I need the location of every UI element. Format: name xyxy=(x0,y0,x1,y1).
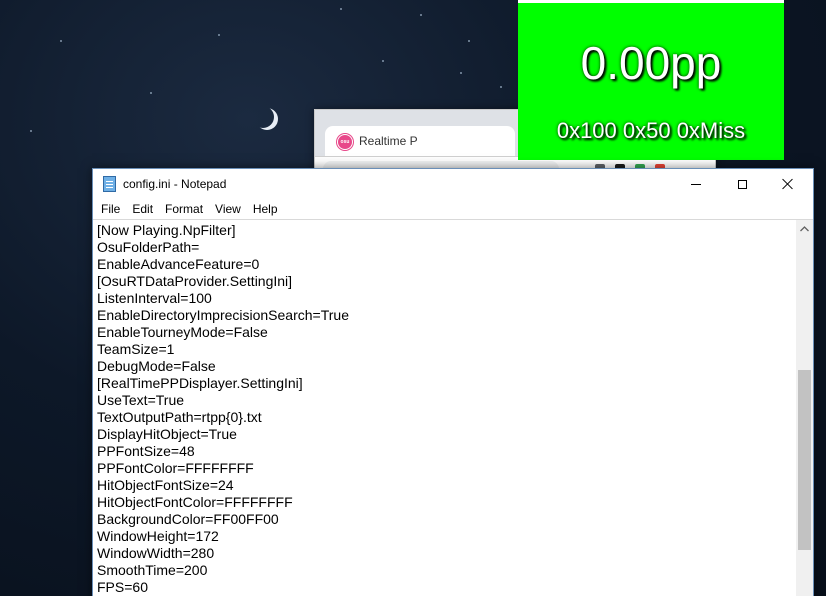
notepad-icon[interactable] xyxy=(103,176,116,192)
hit-object-counts: 0x100 0x50 0xMiss xyxy=(556,118,746,143)
star xyxy=(218,34,220,36)
maximize-icon xyxy=(737,179,747,189)
text-line: [OsuRTDataProvider.SettingIni] xyxy=(97,273,293,289)
menu-file[interactable]: File xyxy=(95,199,126,219)
scroll-up-arrow-icon[interactable] xyxy=(796,220,813,237)
menu-help[interactable]: Help xyxy=(247,199,284,219)
menu-format[interactable]: Format xyxy=(159,199,209,219)
window-title: config.ini - Notepad xyxy=(123,177,227,191)
text-line: EnableDirectoryImprecisionSearch=True xyxy=(97,307,349,323)
star xyxy=(460,72,462,74)
vertical-scrollbar[interactable] xyxy=(796,220,813,596)
text-line: BackgroundColor=FF00FF00 xyxy=(97,511,279,527)
menu-bar: File Edit Format View Help xyxy=(93,199,813,219)
text-line: [Now Playing.NpFilter] xyxy=(97,222,236,238)
star xyxy=(340,8,342,10)
star xyxy=(150,92,152,94)
text-line: HitObjectFontColor=FFFFFFFF xyxy=(97,494,293,510)
text-line: EnableAdvanceFeature=0 xyxy=(97,256,260,272)
text-line: [RealTimePPDisplayer.SettingIni] xyxy=(97,375,303,391)
text-line: DisplayHitObject=True xyxy=(97,426,237,442)
text-line: TextOutputPath=rtpp{0}.txt xyxy=(97,409,262,425)
text-line: UseText=True xyxy=(97,392,185,408)
scrollbar-thumb[interactable] xyxy=(798,370,811,550)
close-button[interactable] xyxy=(765,169,811,199)
close-icon xyxy=(782,178,794,190)
star xyxy=(382,60,384,62)
text-line: WindowHeight=172 xyxy=(97,528,219,544)
title-bar[interactable]: config.ini - Notepad xyxy=(93,169,813,199)
star xyxy=(500,86,502,88)
pp-value: 0.00pp xyxy=(580,37,722,89)
desktop-background: osu Realtime P 0.00pp 0x100 0x50 0xMiss … xyxy=(0,0,826,596)
text-line: DebugMode=False xyxy=(97,358,216,374)
text-line: TeamSize=1 xyxy=(97,341,175,357)
text-content[interactable]: [Now Playing.NpFilter] OsuFolderPath= En… xyxy=(97,222,795,596)
star xyxy=(60,40,62,42)
text-line: FPS=60 xyxy=(97,579,148,595)
browser-tab-title: Realtime P xyxy=(359,134,418,148)
text-line: ListenInterval=100 xyxy=(97,290,212,306)
osu-logo-icon: osu xyxy=(337,134,353,150)
maximize-button[interactable] xyxy=(719,169,765,199)
text-line: HitObjectFontSize=24 xyxy=(97,477,234,493)
text-editor[interactable]: [Now Playing.NpFilter] OsuFolderPath= En… xyxy=(93,219,813,596)
pp-display-overlay[interactable]: 0.00pp 0x100 0x50 0xMiss xyxy=(518,0,784,160)
minimize-icon xyxy=(691,183,701,185)
notepad-window[interactable]: config.ini - Notepad File Edit Format Vi… xyxy=(92,168,814,596)
text-line: SmoothTime=200 xyxy=(97,562,208,578)
menu-edit[interactable]: Edit xyxy=(126,199,159,219)
text-line: WindowWidth=280 xyxy=(97,545,215,561)
browser-tab[interactable]: osu Realtime P xyxy=(325,126,515,156)
star xyxy=(468,40,470,42)
text-line: PPFontColor=FFFFFFFF xyxy=(97,460,254,476)
star xyxy=(420,14,422,16)
moon-icon xyxy=(252,106,274,128)
menu-view[interactable]: View xyxy=(209,199,247,219)
minimize-button[interactable] xyxy=(673,169,719,199)
text-line: EnableTourneyMode=False xyxy=(97,324,268,340)
star xyxy=(30,130,32,132)
text-line: OsuFolderPath= xyxy=(97,239,200,255)
text-line: PPFontSize=48 xyxy=(97,443,195,459)
